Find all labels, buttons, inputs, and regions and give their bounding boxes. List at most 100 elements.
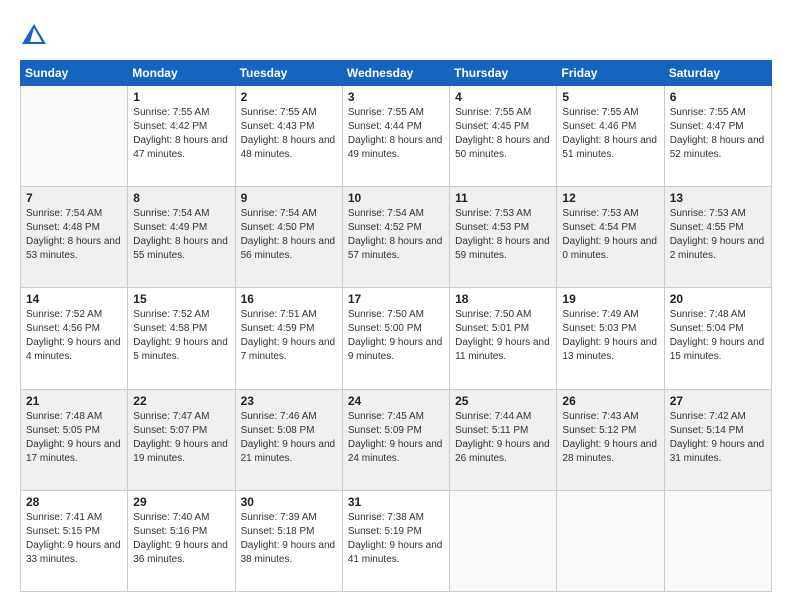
- weekday-header-tuesday: Tuesday: [235, 61, 342, 86]
- day-number: 22: [133, 394, 229, 408]
- calendar-cell: 5Sunrise: 7:55 AM Sunset: 4:46 PM Daylig…: [557, 86, 664, 187]
- weekday-header-friday: Friday: [557, 61, 664, 86]
- day-info: Sunrise: 7:39 AM Sunset: 5:18 PM Dayligh…: [241, 511, 337, 567]
- day-number: 23: [241, 394, 337, 408]
- day-info: Sunrise: 7:50 AM Sunset: 5:00 PM Dayligh…: [348, 308, 444, 364]
- day-info: Sunrise: 7:47 AM Sunset: 5:07 PM Dayligh…: [133, 410, 229, 466]
- day-number: 4: [455, 90, 551, 104]
- week-row-3: 14Sunrise: 7:52 AM Sunset: 4:56 PM Dayli…: [21, 288, 772, 389]
- day-number: 18: [455, 292, 551, 306]
- header: [20, 20, 772, 48]
- day-number: 27: [670, 394, 766, 408]
- day-info: Sunrise: 7:54 AM Sunset: 4:48 PM Dayligh…: [26, 207, 122, 263]
- day-info: Sunrise: 7:55 AM Sunset: 4:45 PM Dayligh…: [455, 106, 551, 162]
- day-number: 30: [241, 495, 337, 509]
- day-info: Sunrise: 7:53 AM Sunset: 4:53 PM Dayligh…: [455, 207, 551, 263]
- calendar-cell: 31 Sunrise: 7:38 AM Sunset: 5:19 PM Dayli…: [342, 490, 449, 591]
- day-info: Sunrise: 7:51 AM Sunset: 4:59 PM Dayligh…: [241, 308, 337, 364]
- weekday-header-sunday: Sunday: [21, 61, 128, 86]
- day-number: 5: [562, 90, 658, 104]
- day-info: Sunrise: 7:52 AM Sunset: 4:58 PM Dayligh…: [133, 308, 229, 364]
- day-info: Sunrise: 7:55 AM Sunset: 4:44 PM Dayligh…: [348, 106, 444, 162]
- calendar-cell: 26 Sunrise: 7:43 AM Sunset: 5:12 PM Dayli…: [557, 389, 664, 490]
- week-row-2: 7 Sunrise: 7:54 AM Sunset: 4:48 PM Daylig…: [21, 187, 772, 288]
- weekday-header-row: SundayMondayTuesdayWednesdayThursdayFrid…: [21, 61, 772, 86]
- logo: [20, 20, 52, 48]
- calendar-cell: [664, 490, 771, 591]
- day-info: Sunrise: 7:40 AM Sunset: 5:16 PM Dayligh…: [133, 511, 229, 567]
- calendar-cell: 18Sunrise: 7:50 AM Sunset: 5:01 PM Dayli…: [450, 288, 557, 389]
- calendar-cell: 1 Sunrise: 7:55 AM Sunset: 4:42 PM Daylig…: [128, 86, 235, 187]
- day-info: Sunrise: 7:46 AM Sunset: 5:08 PM Dayligh…: [241, 410, 337, 466]
- calendar-cell: 15 Sunrise: 7:52 AM Sunset: 4:58 PM Dayli…: [128, 288, 235, 389]
- calendar-cell: 21Sunrise: 7:48 AM Sunset: 5:05 PM Dayli…: [21, 389, 128, 490]
- calendar-cell: 13 Sunrise: 7:53 AM Sunset: 4:55 PM Dayli…: [664, 187, 771, 288]
- day-number: 28: [26, 495, 122, 509]
- calendar-cell: 4 Sunrise: 7:55 AM Sunset: 4:45 PM Daylig…: [450, 86, 557, 187]
- calendar-cell: [450, 490, 557, 591]
- calendar-cell: 22 Sunrise: 7:47 AM Sunset: 5:07 PM Dayli…: [128, 389, 235, 490]
- day-info: Sunrise: 7:53 AM Sunset: 4:54 PM Dayligh…: [562, 207, 658, 263]
- day-info: Sunrise: 7:52 AM Sunset: 4:56 PM Dayligh…: [26, 308, 122, 364]
- calendar-cell: [557, 490, 664, 591]
- calendar-cell: 23 Sunrise: 7:46 AM Sunset: 5:08 PM Dayli…: [235, 389, 342, 490]
- day-number: 29: [133, 495, 229, 509]
- day-number: 10: [348, 191, 444, 205]
- calendar-cell: 14Sunrise: 7:52 AM Sunset: 4:56 PM Dayli…: [21, 288, 128, 389]
- calendar-cell: 16 Sunrise: 7:51 AM Sunset: 4:59 PM Dayli…: [235, 288, 342, 389]
- calendar-cell: 2 Sunrise: 7:55 AM Sunset: 4:43 PM Daylig…: [235, 86, 342, 187]
- day-number: 15: [133, 292, 229, 306]
- calendar-cell: 11 Sunrise: 7:53 AM Sunset: 4:53 PM Dayli…: [450, 187, 557, 288]
- calendar-cell: 8Sunrise: 7:54 AM Sunset: 4:49 PM Daylig…: [128, 187, 235, 288]
- calendar-cell: 6Sunrise: 7:55 AM Sunset: 4:47 PM Daylig…: [664, 86, 771, 187]
- day-number: 2: [241, 90, 337, 104]
- calendar-cell: 27 Sunrise: 7:42 AM Sunset: 5:14 PM Dayli…: [664, 389, 771, 490]
- day-number: 12: [562, 191, 658, 205]
- day-info: Sunrise: 7:54 AM Sunset: 4:50 PM Dayligh…: [241, 207, 337, 263]
- page: SundayMondayTuesdayWednesdayThursdayFrid…: [0, 0, 792, 612]
- day-number: 8: [133, 191, 229, 205]
- day-info: Sunrise: 7:38 AM Sunset: 5:19 PM Dayligh…: [348, 511, 444, 567]
- day-number: 13: [670, 191, 766, 205]
- calendar-cell: 7 Sunrise: 7:54 AM Sunset: 4:48 PM Daylig…: [21, 187, 128, 288]
- day-info: Sunrise: 7:41 AM Sunset: 5:15 PM Dayligh…: [26, 511, 122, 567]
- calendar-cell: 24Sunrise: 7:45 AM Sunset: 5:09 PM Dayli…: [342, 389, 449, 490]
- calendar-cell: 3Sunrise: 7:55 AM Sunset: 4:44 PM Daylig…: [342, 86, 449, 187]
- day-number: 24: [348, 394, 444, 408]
- weekday-header-wednesday: Wednesday: [342, 61, 449, 86]
- day-number: 6: [670, 90, 766, 104]
- day-number: 9: [241, 191, 337, 205]
- day-number: 7: [26, 191, 122, 205]
- day-number: 17: [348, 292, 444, 306]
- logo-icon: [20, 20, 48, 48]
- day-number: 19: [562, 292, 658, 306]
- day-info: Sunrise: 7:48 AM Sunset: 5:04 PM Dayligh…: [670, 308, 766, 364]
- day-info: Sunrise: 7:53 AM Sunset: 4:55 PM Dayligh…: [670, 207, 766, 263]
- calendar-cell: 29 Sunrise: 7:40 AM Sunset: 5:16 PM Dayli…: [128, 490, 235, 591]
- calendar-cell: 10 Sunrise: 7:54 AM Sunset: 4:52 PM Dayli…: [342, 187, 449, 288]
- day-number: 20: [670, 292, 766, 306]
- day-info: Sunrise: 7:48 AM Sunset: 5:05 PM Dayligh…: [26, 410, 122, 466]
- calendar-cell: 17 Sunrise: 7:50 AM Sunset: 5:00 PM Dayli…: [342, 288, 449, 389]
- calendar-cell: [21, 86, 128, 187]
- calendar-cell: 12 Sunrise: 7:53 AM Sunset: 4:54 PM Dayli…: [557, 187, 664, 288]
- day-number: 16: [241, 292, 337, 306]
- calendar-cell: 28 Sunrise: 7:41 AM Sunset: 5:15 PM Dayli…: [21, 490, 128, 591]
- calendar-cell: 9 Sunrise: 7:54 AM Sunset: 4:50 PM Daylig…: [235, 187, 342, 288]
- day-info: Sunrise: 7:44 AM Sunset: 5:11 PM Dayligh…: [455, 410, 551, 466]
- day-info: Sunrise: 7:49 AM Sunset: 5:03 PM Dayligh…: [562, 308, 658, 364]
- day-number: 1: [133, 90, 229, 104]
- calendar-cell: 19 Sunrise: 7:49 AM Sunset: 5:03 PM Dayli…: [557, 288, 664, 389]
- day-number: 11: [455, 191, 551, 205]
- day-info: Sunrise: 7:55 AM Sunset: 4:42 PM Dayligh…: [133, 106, 229, 162]
- day-number: 26: [562, 394, 658, 408]
- day-info: Sunrise: 7:42 AM Sunset: 5:14 PM Dayligh…: [670, 410, 766, 466]
- week-row-1: 1 Sunrise: 7:55 AM Sunset: 4:42 PM Daylig…: [21, 86, 772, 187]
- day-info: Sunrise: 7:55 AM Sunset: 4:43 PM Dayligh…: [241, 106, 337, 162]
- weekday-header-saturday: Saturday: [664, 61, 771, 86]
- calendar: SundayMondayTuesdayWednesdayThursdayFrid…: [20, 60, 772, 592]
- week-row-4: 21Sunrise: 7:48 AM Sunset: 5:05 PM Dayli…: [21, 389, 772, 490]
- day-number: 31: [348, 495, 444, 509]
- day-info: Sunrise: 7:54 AM Sunset: 4:52 PM Dayligh…: [348, 207, 444, 263]
- day-info: Sunrise: 7:43 AM Sunset: 5:12 PM Dayligh…: [562, 410, 658, 466]
